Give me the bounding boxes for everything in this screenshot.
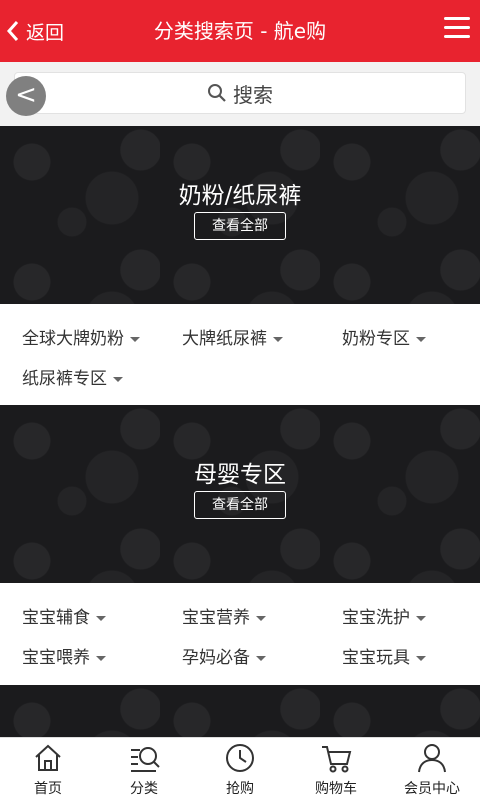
cart-icon	[322, 746, 352, 773]
search-icon	[208, 84, 226, 102]
caret-down-icon	[416, 655, 426, 661]
tab-label: 购物车	[315, 781, 357, 797]
tab-label: 分类	[130, 781, 158, 797]
category-item[interactable]: 孕妈必备	[182, 643, 266, 668]
caret-down-icon	[273, 336, 283, 342]
floating-back-button[interactable]: <	[6, 76, 46, 116]
caret-down-icon	[256, 655, 266, 661]
category-item[interactable]: 纸尿裤专区	[22, 364, 123, 389]
menu-icon[interactable]	[444, 17, 470, 43]
section-title: 母婴专区	[194, 462, 286, 488]
caret-down-icon	[416, 615, 426, 621]
category-search-icon	[131, 747, 160, 772]
view-all-button[interactable]: 查看全部	[194, 491, 286, 519]
category-list: 宝宝辅食 宝宝营养 宝宝洗护 宝宝喂养 孕妈必备 宝宝玩具	[0, 583, 480, 685]
page-title: 分类搜索页 - 航e购	[153, 19, 327, 43]
chevron-left-icon	[6, 21, 19, 41]
tab-flash-sale[interactable]: 抢购	[192, 738, 288, 800]
category-list: 全球大牌奶粉 大牌纸尿裤 奶粉专区 纸尿裤专区	[0, 304, 480, 405]
back-button[interactable]: 返回	[6, 0, 64, 62]
section-title: 奶粉/纸尿裤	[178, 183, 302, 209]
view-all-button[interactable]: 查看全部	[194, 212, 286, 240]
tab-label: 抢购	[226, 781, 254, 797]
caret-down-icon	[256, 615, 266, 621]
category-item[interactable]: 宝宝营养	[182, 603, 266, 628]
tab-cart[interactable]: 购物车	[288, 738, 384, 800]
caret-down-icon	[416, 336, 426, 342]
section-banner: 母婴专区 查看全部	[0, 405, 480, 583]
bottom-tab-bar: 首页 分类 抢购 购物车 会员中心	[0, 737, 480, 800]
search-placeholder: 搜索	[233, 82, 273, 107]
clock-icon	[226, 744, 254, 772]
home-icon	[35, 744, 61, 771]
page: 分类搜索页 - 航e购 返回 搜索 < 奶粉/纸尿裤 查看全部 全球大牌奶粉 大…	[0, 0, 480, 800]
caret-down-icon	[113, 376, 123, 382]
search-input[interactable]: 搜索	[14, 72, 466, 114]
category-item[interactable]: 宝宝辅食	[22, 603, 106, 628]
tab-member-center[interactable]: 会员中心	[384, 738, 480, 800]
tab-label: 会员中心	[404, 781, 460, 797]
search-bar: 搜索	[0, 62, 480, 126]
category-item[interactable]: 宝宝喂养	[22, 643, 106, 668]
caret-down-icon	[96, 615, 106, 621]
caret-down-icon	[96, 655, 106, 661]
tab-home[interactable]: 首页	[0, 738, 96, 800]
back-label: 返回	[26, 21, 65, 44]
category-item[interactable]: 奶粉专区	[342, 324, 426, 349]
user-icon	[418, 744, 446, 773]
tab-label: 首页	[34, 781, 62, 797]
category-item[interactable]: 宝宝洗护	[342, 603, 426, 628]
section-banner	[0, 685, 480, 737]
category-item[interactable]: 宝宝玩具	[342, 643, 426, 668]
section-banner: 奶粉/纸尿裤 查看全部	[0, 126, 480, 304]
header-bar: 分类搜索页 - 航e购 返回	[0, 0, 480, 62]
tab-category[interactable]: 分类	[96, 738, 192, 800]
caret-down-icon	[130, 336, 140, 342]
category-item[interactable]: 全球大牌奶粉	[22, 324, 140, 349]
category-item[interactable]: 大牌纸尿裤	[182, 324, 283, 349]
